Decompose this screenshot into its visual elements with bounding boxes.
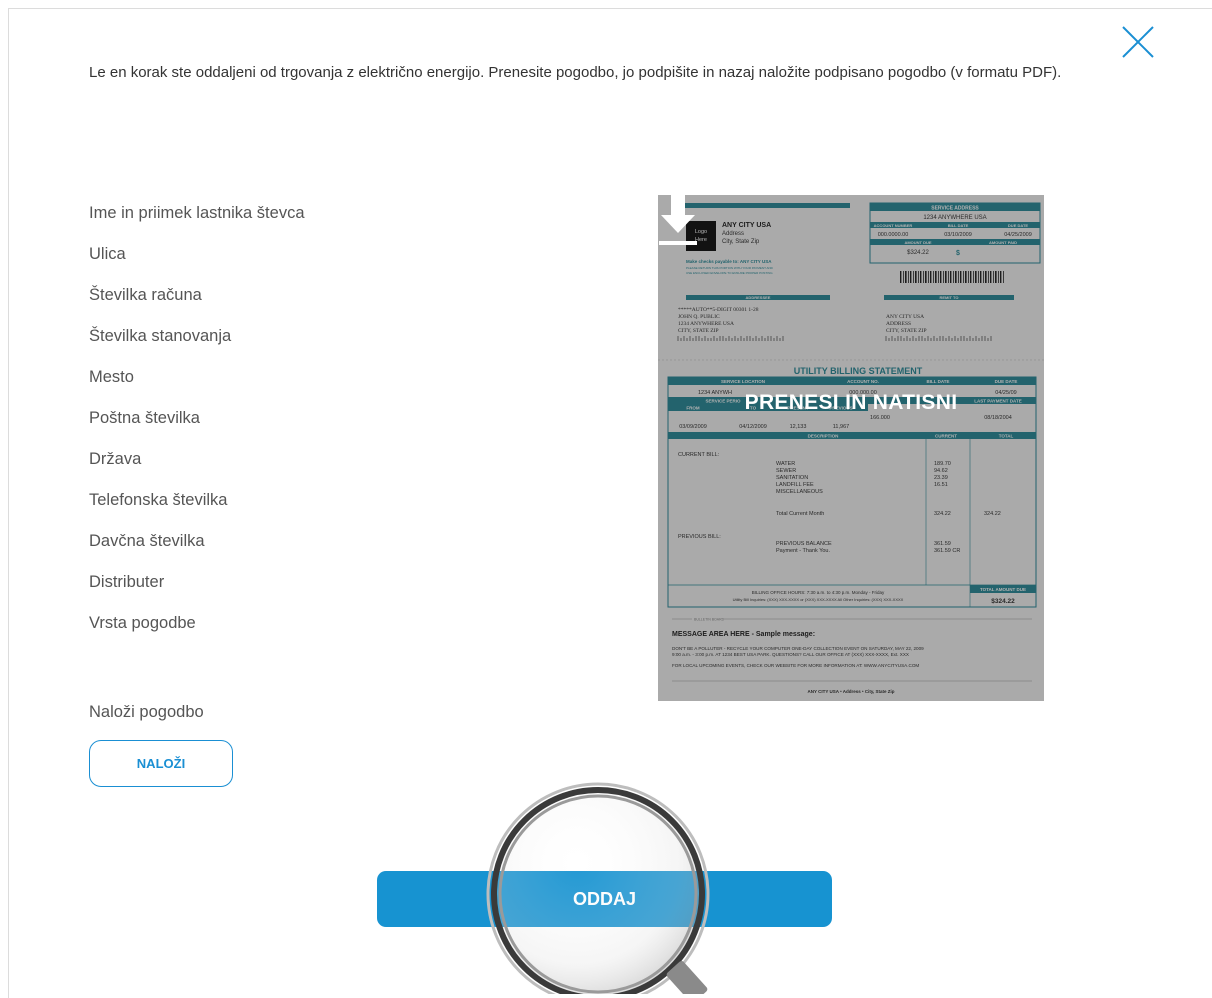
field-label-country: Država: [89, 450, 142, 468]
submit-button[interactable]: ODDAJ: [377, 871, 832, 927]
field-label-tax-number: Davčna številka: [89, 532, 205, 550]
download-overlay-text: PRENESI IN NATISNI: [744, 391, 958, 414]
field-label-distributor: Distributer: [89, 573, 165, 591]
field-label-account-number: Številka računa: [89, 286, 202, 304]
download-overlay[interactable]: [658, 195, 1044, 701]
field-label-contract-type: Vrsta pogodbe: [89, 614, 196, 632]
field-label-street: Ulica: [89, 245, 126, 263]
field-label-apartment-number: Številka stanovanja: [89, 327, 232, 345]
field-label-city: Mesto: [89, 368, 134, 386]
close-icon[interactable]: [1120, 24, 1156, 60]
field-label-phone: Telefonska številka: [89, 491, 228, 509]
upload-button[interactable]: NALOŽI: [89, 740, 233, 787]
field-label-postal-code: Poštna številka: [89, 409, 200, 427]
intro-text: Le en korak ste oddaljeni od trgovanja z…: [89, 64, 1062, 81]
field-label-owner-name: Ime in priimek lastnika števca: [89, 204, 305, 222]
download-icon: [659, 195, 697, 245]
upload-title: Naloži pogodbo: [89, 703, 204, 721]
contract-download-preview[interactable]: SERVICE ADDRESS 1234 ANYWHERE USA ACCOUN…: [658, 195, 1044, 701]
field-list: Ime in priimek lastnika števca Ulica Šte…: [89, 200, 305, 651]
